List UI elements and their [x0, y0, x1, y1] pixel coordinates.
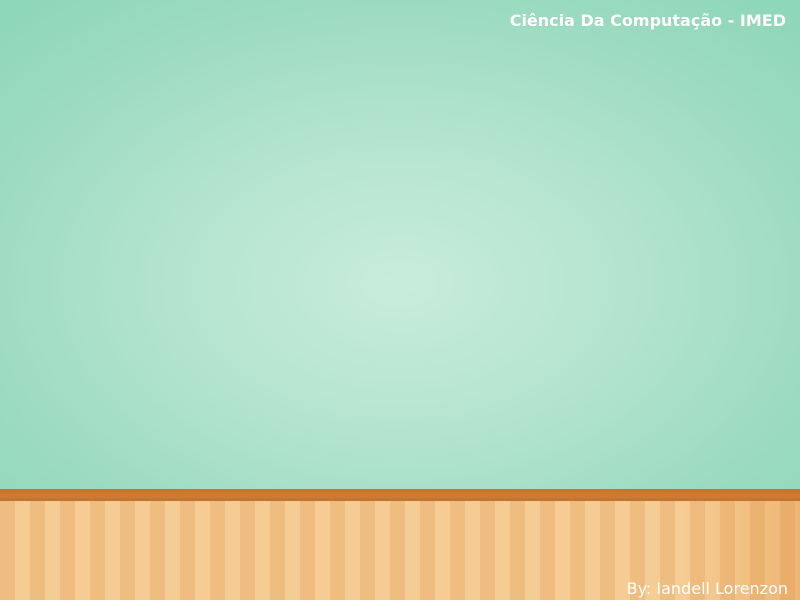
author-credit: By: Iandell Lorenzon	[626, 579, 788, 598]
slide-canvas: Ciência Da Computação - IMED By: Iandell…	[0, 0, 800, 600]
chair-rail	[0, 489, 800, 501]
wall-background	[0, 0, 800, 490]
header-title: Ciência Da Computação - IMED	[509, 11, 786, 30]
